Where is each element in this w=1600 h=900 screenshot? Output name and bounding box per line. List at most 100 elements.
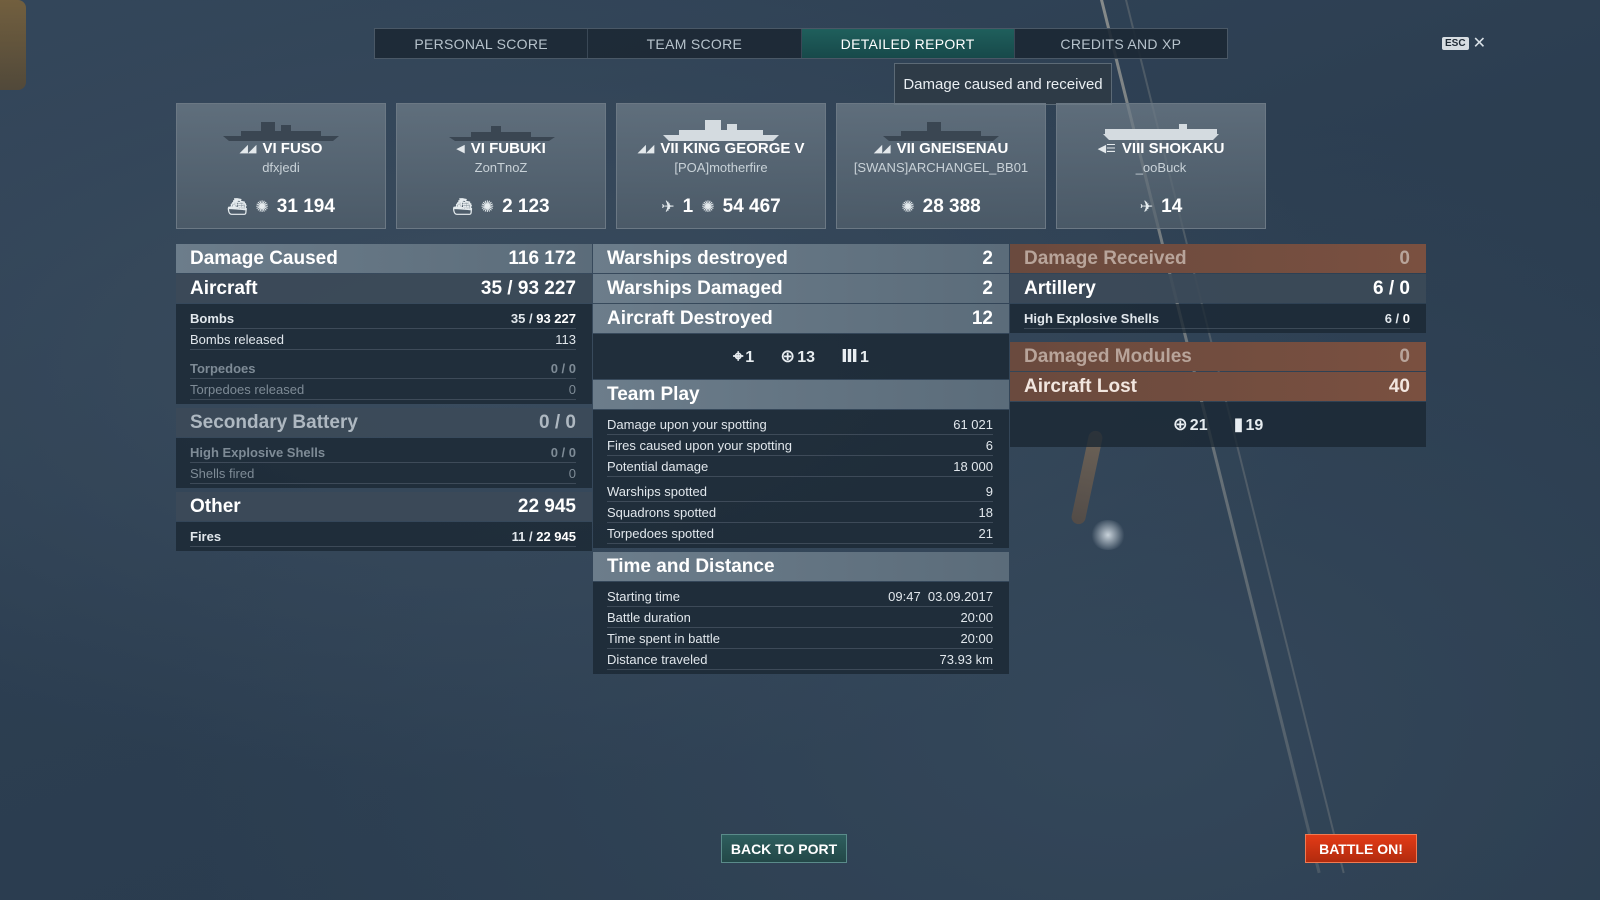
esc-key-label: ESC xyxy=(1442,36,1469,50)
back-to-port-button[interactable]: BACK TO PORT xyxy=(721,834,847,863)
ship-card[interactable]: ◀ VI FUBUKI ZonTnoZ ⛴ ✺ 2 123 xyxy=(396,103,606,229)
aircraft-destroyed-header: Aircraft Destroyed 12 xyxy=(593,304,1009,333)
time-distance-label: Time and Distance xyxy=(607,555,775,577)
fires-value: 22 945 xyxy=(536,528,576,544)
ship-card[interactable]: ◀☰ VIII SHOKAKU _ooBuck ✈ 14 xyxy=(1056,103,1266,229)
torpedo-bomber-lost-count: 19 xyxy=(1245,417,1264,434)
other-value: 22 945 xyxy=(517,495,576,517)
warships-damaged-label: Warships Damaged xyxy=(607,277,783,299)
stat-row: Squadrons spotted 18 xyxy=(607,502,993,523)
damage-received-header: Damage Received 0 xyxy=(1010,244,1426,273)
bomber-lost-count: 21 xyxy=(1189,417,1208,434)
destroyer-icon: ◀ xyxy=(456,143,465,155)
tab-detailed-report[interactable]: DETAILED REPORT xyxy=(801,29,1015,58)
aircraft-header: Aircraft 35 / 93 227 xyxy=(176,274,592,303)
stat-row: Warships spotted 9 xyxy=(607,481,993,502)
damage-caused-header: Damage Caused 116 172 xyxy=(176,244,592,273)
ship-card[interactable]: ◢◢ VII GNEISENAU [SWANS]ARCHANGEL_BB01 ✺… xyxy=(836,103,1046,229)
warships-destroyed-value: 2 xyxy=(982,247,993,269)
ship-name: VII KING GEORGE V xyxy=(660,140,805,157)
aircraft-lost-breakdown: ⊕ 21 ▮ 19 xyxy=(1010,402,1426,447)
damaged-modules-label: Damaged Modules xyxy=(1024,345,1192,367)
stat-label: Distance traveled xyxy=(607,651,708,667)
he-shells-value: 0 xyxy=(568,444,576,460)
artillery-label: Artillery xyxy=(1024,277,1096,299)
background-island xyxy=(0,0,26,90)
warships-destroyed-header: Warships destroyed 2 xyxy=(593,244,1009,273)
ship-card[interactable]: ◢◢ VI FUSO dfxjedi ⛴ ✺ 31 194 xyxy=(176,103,386,229)
aa-icon: Ⅲ xyxy=(841,346,859,366)
stat-label: Starting time xyxy=(607,588,680,604)
damaged-modules-header: Damaged Modules 0 xyxy=(1010,342,1426,371)
stat-value: 09:47 03.09.2017 xyxy=(888,588,993,604)
shells-fired-value: 0 xyxy=(568,465,576,481)
ship-silhouette-icon xyxy=(1103,124,1219,140)
tab-personal-score[interactable]: PERSONAL SCORE xyxy=(375,29,589,58)
damage-value: 31 194 xyxy=(276,196,335,217)
damage-caused-panel: Damage Caused 116 172 Aircraft 35 / 93 2… xyxy=(176,244,592,551)
aircraft-lost-value: 40 xyxy=(1388,375,1410,397)
aircraft-destroyed-value: 12 xyxy=(971,307,993,329)
stat-row: Damage upon your spotting 61 021 xyxy=(607,414,993,435)
stat-value: 73.93 km xyxy=(939,651,993,667)
sunk-icon: ⛴ xyxy=(452,199,473,216)
aircraft-destroyed-label: Aircraft Destroyed xyxy=(607,307,773,329)
secondary-battery-label: Secondary Battery xyxy=(190,411,358,433)
stat-value: 20:00 xyxy=(960,630,993,646)
plane-shot-value: 14 xyxy=(1161,196,1183,217)
ship-name: VI FUBUKI xyxy=(470,140,546,157)
aircraft-label: Aircraft xyxy=(190,277,258,299)
background-splash xyxy=(1090,520,1126,550)
stat-row: Shells fired 0 xyxy=(190,463,576,484)
player-name: ZonTnoZ xyxy=(474,160,528,175)
fighter-count: 1 xyxy=(745,349,755,366)
stat-row: Starting time 09:47 03.09.2017 xyxy=(607,586,993,607)
plane-shot-icon: ✈ xyxy=(1139,199,1154,216)
stat-label: Time spent in battle xyxy=(607,630,720,646)
ship-card[interactable]: ◢◢ VII KING GEORGE V [POA]motherfire ✈ 1… xyxy=(616,103,826,229)
warships-destroyed-label: Warships destroyed xyxy=(607,247,788,269)
he-shells-label: High Explosive Shells xyxy=(190,444,326,460)
close-button[interactable]: ESC ✕ xyxy=(1442,33,1486,53)
fires-hits: 11 xyxy=(511,528,526,544)
damage-received-value: 0 xyxy=(1399,247,1410,269)
artillery-details: High Explosive Shells 6 / 0 xyxy=(1010,304,1426,333)
player-name: _ooBuck xyxy=(1135,160,1187,175)
stat-row: Fires caused upon your spotting 6 xyxy=(607,435,993,456)
secondary-battery-header: Secondary Battery 0 / 0 xyxy=(176,408,592,437)
stat-row: Distance traveled 73.93 km xyxy=(607,649,993,670)
he-shells-label: High Explosive Shells xyxy=(1024,310,1160,326)
aircraft-details: Bombs 35 / 93 227 Bombs released 113 Tor… xyxy=(176,304,592,404)
team-play-label: Team Play xyxy=(607,383,700,405)
stat-value: 18 xyxy=(978,504,993,520)
shells-fired-label: Shells fired xyxy=(190,465,255,481)
bombs-released-value: 113 xyxy=(555,331,576,347)
ship-silhouette-icon xyxy=(449,126,555,141)
damaged-modules-value: 0 xyxy=(1399,345,1410,367)
bombs-hits: 35 xyxy=(510,310,526,326)
ship-silhouette-icon xyxy=(883,122,999,141)
aircraft-destroyed-breakdown: ⌖ 1 ⊕ 13 Ⅲ1 xyxy=(593,334,1009,379)
carrier-icon: ◀☰ xyxy=(1097,143,1116,155)
stat-row: Potential damage 18 000 xyxy=(607,456,993,477)
battle-button[interactable]: BATTLE ON! xyxy=(1305,834,1417,863)
torpedo-bomber-icon: ▮ xyxy=(1233,414,1244,434)
stat-label: Damage upon your spotting xyxy=(607,416,767,432)
stat-row: Torpedoes released 0 xyxy=(190,379,576,400)
stat-row: High Explosive Shells 0 / 0 xyxy=(190,442,576,463)
stat-label: Potential damage xyxy=(607,458,709,474)
secondary-hits: 0 xyxy=(539,411,550,433)
bombs-label: Bombs xyxy=(190,310,235,326)
time-distance-header: Time and Distance xyxy=(593,552,1009,581)
tab-team-score[interactable]: TEAM SCORE xyxy=(588,29,802,58)
team-play-header: Team Play xyxy=(593,380,1009,409)
stat-row: Battle duration 20:00 xyxy=(607,607,993,628)
battleship-icon: ◢◢ xyxy=(873,143,891,155)
artillery-value: 0 xyxy=(1399,277,1410,299)
tab-credits-xp[interactable]: CREDITS AND XP xyxy=(1015,29,1227,58)
plane-shot-value: 1 xyxy=(682,196,694,217)
aa-count: 1 xyxy=(860,349,869,366)
aircraft-hits: 35 xyxy=(480,277,503,299)
torpedoes-hits: 0 xyxy=(550,360,558,376)
battleship-icon: ◢◢ xyxy=(637,143,655,155)
